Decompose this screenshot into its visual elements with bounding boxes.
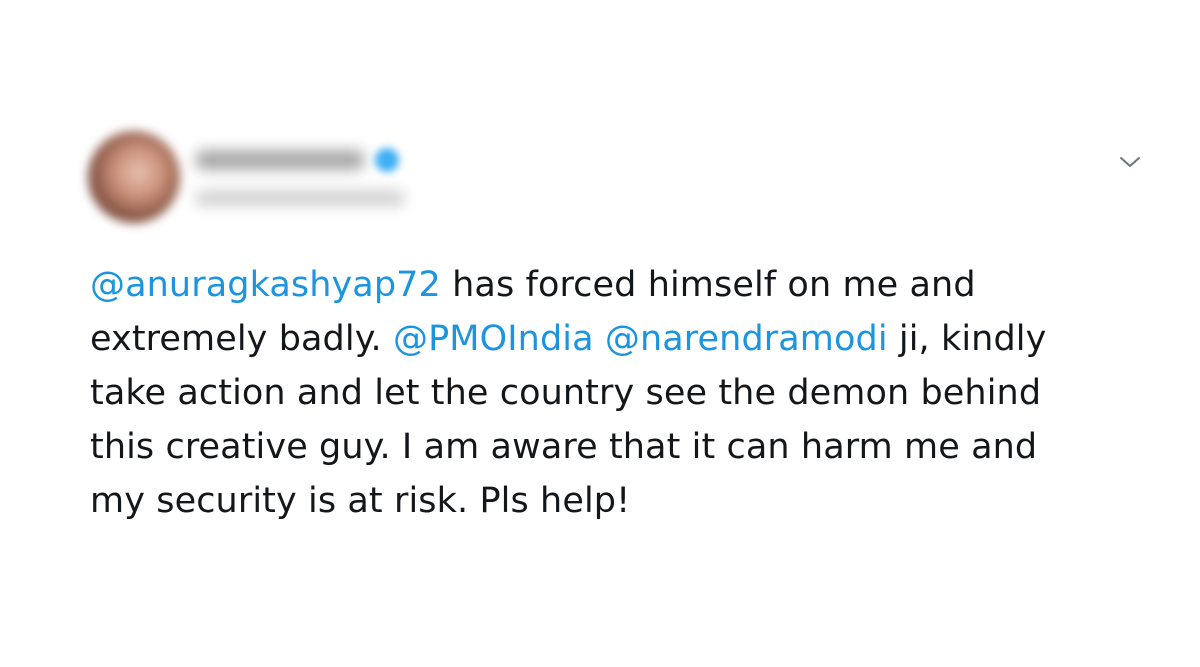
- tweet-text-segment: this creative guy. I am aware that it ca…: [90, 427, 1038, 467]
- tweet-text-segment: ji, kindly: [887, 319, 1047, 359]
- tweet-card: @anuragkashyap72 has forced himself on m…: [0, 0, 1200, 667]
- tweet-text-segment: extremely badly.: [90, 319, 393, 359]
- tweet-text-segment: has forced himself on me and: [440, 265, 976, 305]
- display-name-blurred[interactable]: [195, 150, 365, 170]
- user-info: [195, 148, 425, 220]
- mention-link[interactable]: @PMOIndia: [393, 319, 594, 359]
- tweet-line: my security is at risk. Pls help!: [90, 474, 1160, 528]
- tweet-text: @anuragkashyap72 has forced himself on m…: [90, 258, 1160, 528]
- tweet-line: take action and let the country see the …: [90, 366, 1160, 420]
- verified-badge-icon: [375, 148, 399, 172]
- tweet-text-segment: my security is at risk. Pls help!: [90, 481, 631, 521]
- mention-link[interactable]: @anuragkashyap72: [90, 265, 441, 305]
- avatar[interactable]: [88, 131, 180, 223]
- mention-link[interactable]: @narendramodi: [605, 319, 888, 359]
- tweet-text-segment: [594, 319, 605, 359]
- username-blurred[interactable]: [195, 190, 405, 206]
- tweet-line: @anuragkashyap72 has forced himself on m…: [90, 258, 1160, 312]
- tweet-line: extremely badly. @PMOIndia @narendramodi…: [90, 312, 1160, 366]
- tweet-text-segment: take action and let the country see the …: [90, 373, 1042, 413]
- tweet-line: this creative guy. I am aware that it ca…: [90, 420, 1160, 474]
- more-options-button[interactable]: [1110, 146, 1150, 178]
- chevron-down-icon: [1120, 157, 1140, 167]
